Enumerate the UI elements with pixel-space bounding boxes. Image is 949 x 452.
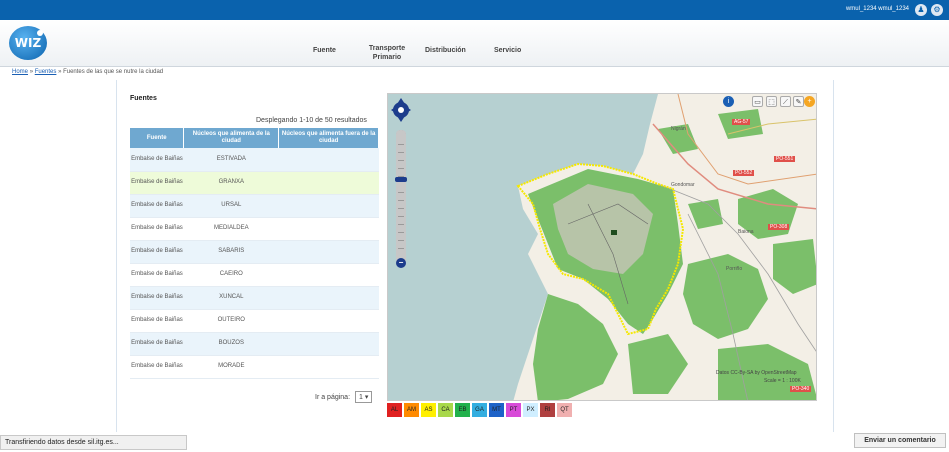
person-icon[interactable]: ♟: [915, 4, 927, 16]
legend-qt[interactable]: QT: [557, 403, 572, 417]
results-count: Desplegando 1-10 de 50 resultados: [256, 117, 367, 124]
legend-mt[interactable]: MT: [489, 403, 504, 417]
legend-pt[interactable]: PT: [506, 403, 521, 417]
fuentes-table: Fuente Núcleos que alimenta de la ciudad…: [130, 128, 379, 379]
zoom-handle[interactable]: [395, 177, 407, 182]
map-scale: Scale = 1 : 100K: [764, 378, 801, 384]
table-row[interactable]: Embalse de Baiñas ESTIVADA: [130, 148, 379, 172]
zoom-out-button[interactable]: −: [396, 258, 406, 268]
pager-label: Ir a página:: [315, 394, 351, 401]
place-label-baiona: Baiona: [738, 229, 754, 235]
table-row[interactable]: Embalse de Baiñas URSAL: [130, 194, 379, 218]
layers-switcher-icon[interactable]: +: [804, 96, 815, 107]
nav-distribucion[interactable]: Distribución: [425, 46, 466, 55]
legend-as[interactable]: AS: [421, 403, 436, 417]
legend-px[interactable]: PX: [523, 403, 538, 417]
table-row[interactable]: Embalse de Baiñas BOUZOS: [130, 332, 379, 356]
legend-eb[interactable]: EB: [455, 403, 470, 417]
layer-icon[interactable]: ▭: [752, 96, 763, 107]
table-row[interactable]: Embalse de Baiñas CAEIRO: [130, 263, 379, 287]
left-divider: [116, 80, 117, 432]
draw-icon[interactable]: ✎: [793, 96, 804, 107]
measure-icon[interactable]: ⟋: [780, 96, 791, 107]
place-label-nigran: Nigrán: [671, 126, 686, 132]
road-label-ag57: AG-57: [732, 119, 751, 125]
breadcrumb: Home » Fuentes » Fuentes de las que se n…: [12, 69, 164, 75]
col-fuente[interactable]: Fuente: [130, 128, 185, 148]
gear-icon[interactable]: ⚙: [931, 4, 943, 16]
table-row[interactable]: Embalse de Baiñas GRANXA: [130, 171, 379, 195]
road-label-po308: PO-308: [768, 224, 790, 230]
zoom-slider[interactable]: [396, 130, 406, 267]
road-label-po551: PO-551: [774, 156, 796, 162]
legend-ri[interactable]: RI: [540, 403, 555, 417]
table-row[interactable]: Embalse de Baiñas MEDIALDEA: [130, 217, 379, 241]
table-row[interactable]: Embalse de Baiñas OUTEIRO: [130, 309, 379, 333]
pager: Ir a página: 1 ▾: [315, 391, 373, 403]
legend-ca[interactable]: CA: [438, 403, 453, 417]
legend-al[interactable]: AL: [387, 403, 402, 417]
nav-servicio[interactable]: Servicio: [494, 46, 521, 55]
map-view[interactable]: AG-57 PO-551 PO-552 PO-308 PO-340 Nigrán…: [387, 93, 817, 401]
col-nucleos-fuera[interactable]: Núcleos que alimenta fuera de la ciudad: [278, 128, 379, 148]
table-row[interactable]: Embalse de Baiñas XUNCAL: [130, 286, 379, 310]
top-bar: wmul_1234 wmul_1234 ♟ ⚙: [0, 0, 949, 20]
breadcrumb-fuentes[interactable]: Fuentes: [35, 69, 57, 75]
logo[interactable]: WIZ: [9, 26, 47, 60]
map-canvas[interactable]: [388, 94, 817, 401]
nav-fuente[interactable]: Fuente: [313, 46, 336, 55]
pan-control[interactable]: [390, 96, 412, 126]
col-nucleos-ciudad[interactable]: Núcleos que alimenta de la ciudad: [183, 128, 280, 148]
table-row[interactable]: Embalse de Baiñas SABARIS: [130, 240, 379, 264]
breadcrumb-current: Fuentes de las que se nutre la ciudad: [63, 69, 164, 75]
place-label-gondomar: Gondomar: [671, 182, 695, 188]
chevron-down-icon: ▾: [364, 394, 369, 401]
user-name[interactable]: wmul_1234 wmul_1234: [846, 6, 909, 12]
legend-am[interactable]: AM: [404, 403, 419, 417]
status-bar: Transfiriendo datos desde sil.itg.es...: [0, 435, 187, 450]
send-comment-button[interactable]: Enviar un comentario: [854, 433, 946, 448]
road-label-po552: PO-552: [733, 170, 755, 176]
nav-transporte-primario[interactable]: Transporte Primario: [364, 44, 410, 62]
road-label-po340: PO-340: [790, 386, 812, 392]
select-icon[interactable]: ⬚: [766, 96, 777, 107]
breadcrumb-home[interactable]: Home: [12, 69, 28, 75]
info-icon[interactable]: i: [723, 96, 734, 107]
header: WIZ Fuente Transporte Primario Distribuc…: [0, 20, 949, 67]
legend-ga[interactable]: GA: [472, 403, 487, 417]
legend: AL AM AS CA EB GA MT PT PX RI QT: [387, 403, 574, 417]
page-select[interactable]: 1 ▾: [354, 391, 373, 403]
table-row[interactable]: Embalse de Baiñas MORADE: [130, 355, 379, 379]
place-label-porrino: Porriño: [726, 266, 743, 272]
map-attribution[interactable]: Datos CC-By-SA by OpenStreetMap: [716, 370, 797, 376]
section-title: Fuentes: [130, 95, 157, 102]
right-divider: [833, 80, 834, 432]
